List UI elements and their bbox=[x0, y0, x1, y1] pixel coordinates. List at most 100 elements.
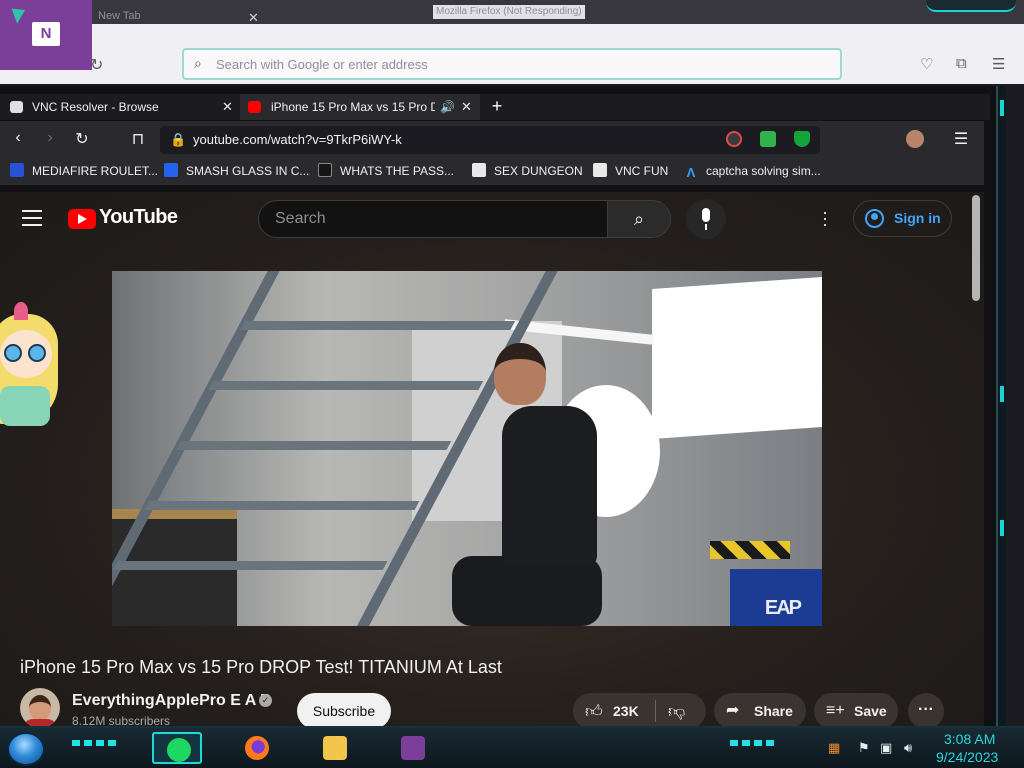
background-reload-icon[interactable]: ↻ bbox=[90, 55, 103, 75]
video-title: iPhone 15 Pro Max vs 15 Pro DROP Test! T… bbox=[20, 657, 502, 677]
sign-in-button[interactable]: Sign in bbox=[853, 200, 952, 237]
frame-light bbox=[1000, 520, 1004, 536]
taskbar: ▦ ⚑ ▣ 🔊︎ 3:08 AM 9/24/2023 bbox=[0, 726, 1024, 768]
volume-icon[interactable]: 🔊︎ bbox=[904, 740, 912, 756]
background-tab-new-tab[interactable]: New Tab bbox=[90, 10, 310, 24]
video-hazard-stripes bbox=[710, 541, 790, 559]
record-icon[interactable] bbox=[726, 131, 742, 147]
extension-icon[interactable] bbox=[760, 131, 776, 147]
taskbar-app-explorer[interactable] bbox=[310, 732, 360, 764]
network-icon[interactable]: ▣ bbox=[880, 740, 892, 756]
voice-search-button[interactable] bbox=[686, 199, 726, 239]
share-label: Share bbox=[754, 703, 793, 719]
save-label: Save bbox=[854, 703, 887, 719]
lock-icon: 🔒 bbox=[170, 132, 187, 147]
youtube-logo-icon[interactable] bbox=[68, 209, 96, 229]
page-scrollbar[interactable] bbox=[972, 195, 980, 301]
subscribe-button[interactable]: Subscribe bbox=[297, 693, 391, 726]
clock-time[interactable]: 3:08 AM bbox=[944, 731, 995, 747]
clock-date[interactable]: 9/24/2023 bbox=[936, 749, 998, 765]
star-butterfly-sticker bbox=[0, 300, 62, 430]
like-icon[interactable]: 👍︎ bbox=[585, 701, 603, 722]
youtube-icon bbox=[248, 101, 261, 113]
bookmark-label: SEX DUNGEON bbox=[494, 164, 583, 178]
taskbar-app-onenote[interactable] bbox=[388, 732, 438, 764]
shield-icon[interactable] bbox=[794, 131, 810, 147]
bookmark-sex-dungeon[interactable]: SEX DUNGEON bbox=[472, 157, 583, 185]
frame-light bbox=[1000, 100, 1004, 116]
music-app-icon bbox=[167, 738, 191, 762]
taskbar-app-spotify[interactable] bbox=[152, 732, 202, 764]
youtube-search-input[interactable]: Search bbox=[258, 200, 608, 238]
onenote-icon: N bbox=[32, 22, 60, 46]
youtube-page: YouTube Search ⌕ · · · Sign in EAP iPhone bbox=[0, 192, 984, 726]
channel-avatar[interactable] bbox=[20, 688, 60, 726]
address-url: youtube.com/watch?v=9TkrP6iWY-k bbox=[193, 132, 402, 147]
new-tab-button[interactable]: + bbox=[484, 94, 510, 120]
settings-kebab-icon[interactable]: · · · bbox=[820, 203, 830, 233]
video-player[interactable]: EAP bbox=[112, 271, 822, 626]
window-frame-decoration bbox=[926, 0, 1016, 12]
vnc-icon bbox=[593, 163, 607, 177]
search-icon: ⌕ bbox=[633, 209, 645, 229]
search-icon: ⌕ bbox=[194, 55, 202, 71]
dislike-icon[interactable]: 👎︎ bbox=[668, 701, 685, 722]
bookmark-label: WHATS THE PASS... bbox=[340, 164, 455, 178]
search-placeholder: Search bbox=[275, 210, 326, 227]
start-button[interactable] bbox=[7, 732, 45, 766]
taskbar-app-firefox[interactable] bbox=[232, 732, 282, 764]
profile-avatar[interactable] bbox=[906, 130, 924, 148]
glass-icon bbox=[164, 163, 178, 177]
bookmark-captcha-solving[interactable]: Λcaptcha solving sim... bbox=[684, 157, 821, 185]
extensions-icon[interactable]: ⧉ bbox=[956, 55, 967, 72]
bookmark-label: VNC FUN bbox=[615, 164, 669, 178]
background-address-placeholder: Search with Google or enter address bbox=[216, 57, 428, 72]
tab-vnc-resolver[interactable]: VNC Resolver - Browse ✕ bbox=[0, 94, 240, 120]
bookmark-icon[interactable]: ⊓ bbox=[128, 129, 148, 149]
bookmark-label: MEDIAFIRE ROULET... bbox=[32, 164, 159, 178]
search-button[interactable]: ⌕ bbox=[607, 200, 671, 238]
tab-youtube-video[interactable]: iPhone 15 Pro Max vs 15 Pro D 🔊 ✕ bbox=[240, 94, 480, 120]
address-bar[interactable]: 🔒 youtube.com/watch?v=9TkrP6iWY-k bbox=[160, 126, 820, 154]
back-icon[interactable]: ‹ bbox=[8, 129, 28, 147]
flag-icon[interactable]: ⚑ bbox=[858, 740, 870, 756]
save-button[interactable]: ≡+ Save bbox=[814, 693, 898, 726]
navigation-toolbar: ‹ › ↻ ⊓ 🔒 youtube.com/watch?v=9TkrP6iWY-… bbox=[0, 121, 984, 157]
page-icon bbox=[318, 163, 332, 177]
video-person bbox=[502, 406, 597, 566]
vnc-icon bbox=[472, 163, 486, 177]
pocket-icon[interactable]: ♡ bbox=[920, 55, 933, 73]
tab-close-icon[interactable]: ✕ bbox=[222, 94, 233, 120]
video-person bbox=[494, 343, 546, 405]
mediafire-icon bbox=[10, 163, 24, 177]
bookmark-smash-glass[interactable]: SMASH GLASS IN C... bbox=[164, 157, 309, 185]
menu-icon[interactable]: ☰ bbox=[951, 129, 971, 149]
subscriber-count: 8.12M subscribers bbox=[72, 714, 171, 726]
bookmark-vnc-fun[interactable]: VNC FUN bbox=[593, 157, 668, 185]
bookmark-mediafire-roulette[interactable]: MEDIAFIRE ROULET... bbox=[10, 157, 158, 185]
channel-name[interactable]: EverythingApplePro E A P bbox=[72, 692, 271, 710]
guide-menu-icon[interactable] bbox=[22, 210, 42, 231]
onenote-icon bbox=[401, 736, 425, 760]
onenote-desktop-shortcut[interactable]: N bbox=[0, 0, 92, 70]
lambda-icon: Λ bbox=[686, 165, 696, 180]
youtube-logo-text[interactable]: YouTube bbox=[99, 206, 178, 229]
vnc-icon bbox=[10, 101, 23, 113]
microphone-icon bbox=[702, 208, 710, 222]
menu-icon[interactable]: ☰ bbox=[992, 55, 1005, 73]
background-address-bar[interactable]: ⌕ Search with Google or enter address bbox=[182, 48, 842, 80]
more-actions-button[interactable]: ··· bbox=[908, 693, 944, 726]
like-count[interactable]: 23K bbox=[613, 703, 639, 719]
bookmarks-toolbar: MEDIAFIRE ROULET... SMASH GLASS IN C... … bbox=[0, 157, 984, 185]
tab-close-icon[interactable]: ✕ bbox=[461, 94, 472, 120]
reload-icon[interactable]: ↻ bbox=[72, 129, 92, 149]
share-button[interactable]: ➦ Share bbox=[714, 693, 806, 726]
bookmark-whats-the-pass[interactable]: WHATS THE PASS... bbox=[318, 157, 454, 185]
tab-label: VNC Resolver - Browse bbox=[32, 100, 159, 114]
tray-app-icon[interactable]: ▦ bbox=[828, 740, 840, 756]
forward-icon[interactable]: › bbox=[40, 129, 60, 147]
speaker-icon[interactable]: 🔊 bbox=[440, 94, 455, 120]
share-icon: ➦ bbox=[726, 702, 740, 719]
tab-strip: VNC Resolver - Browse ✕ iPhone 15 Pro Ma… bbox=[0, 94, 990, 120]
taskbar-lights bbox=[730, 740, 774, 746]
